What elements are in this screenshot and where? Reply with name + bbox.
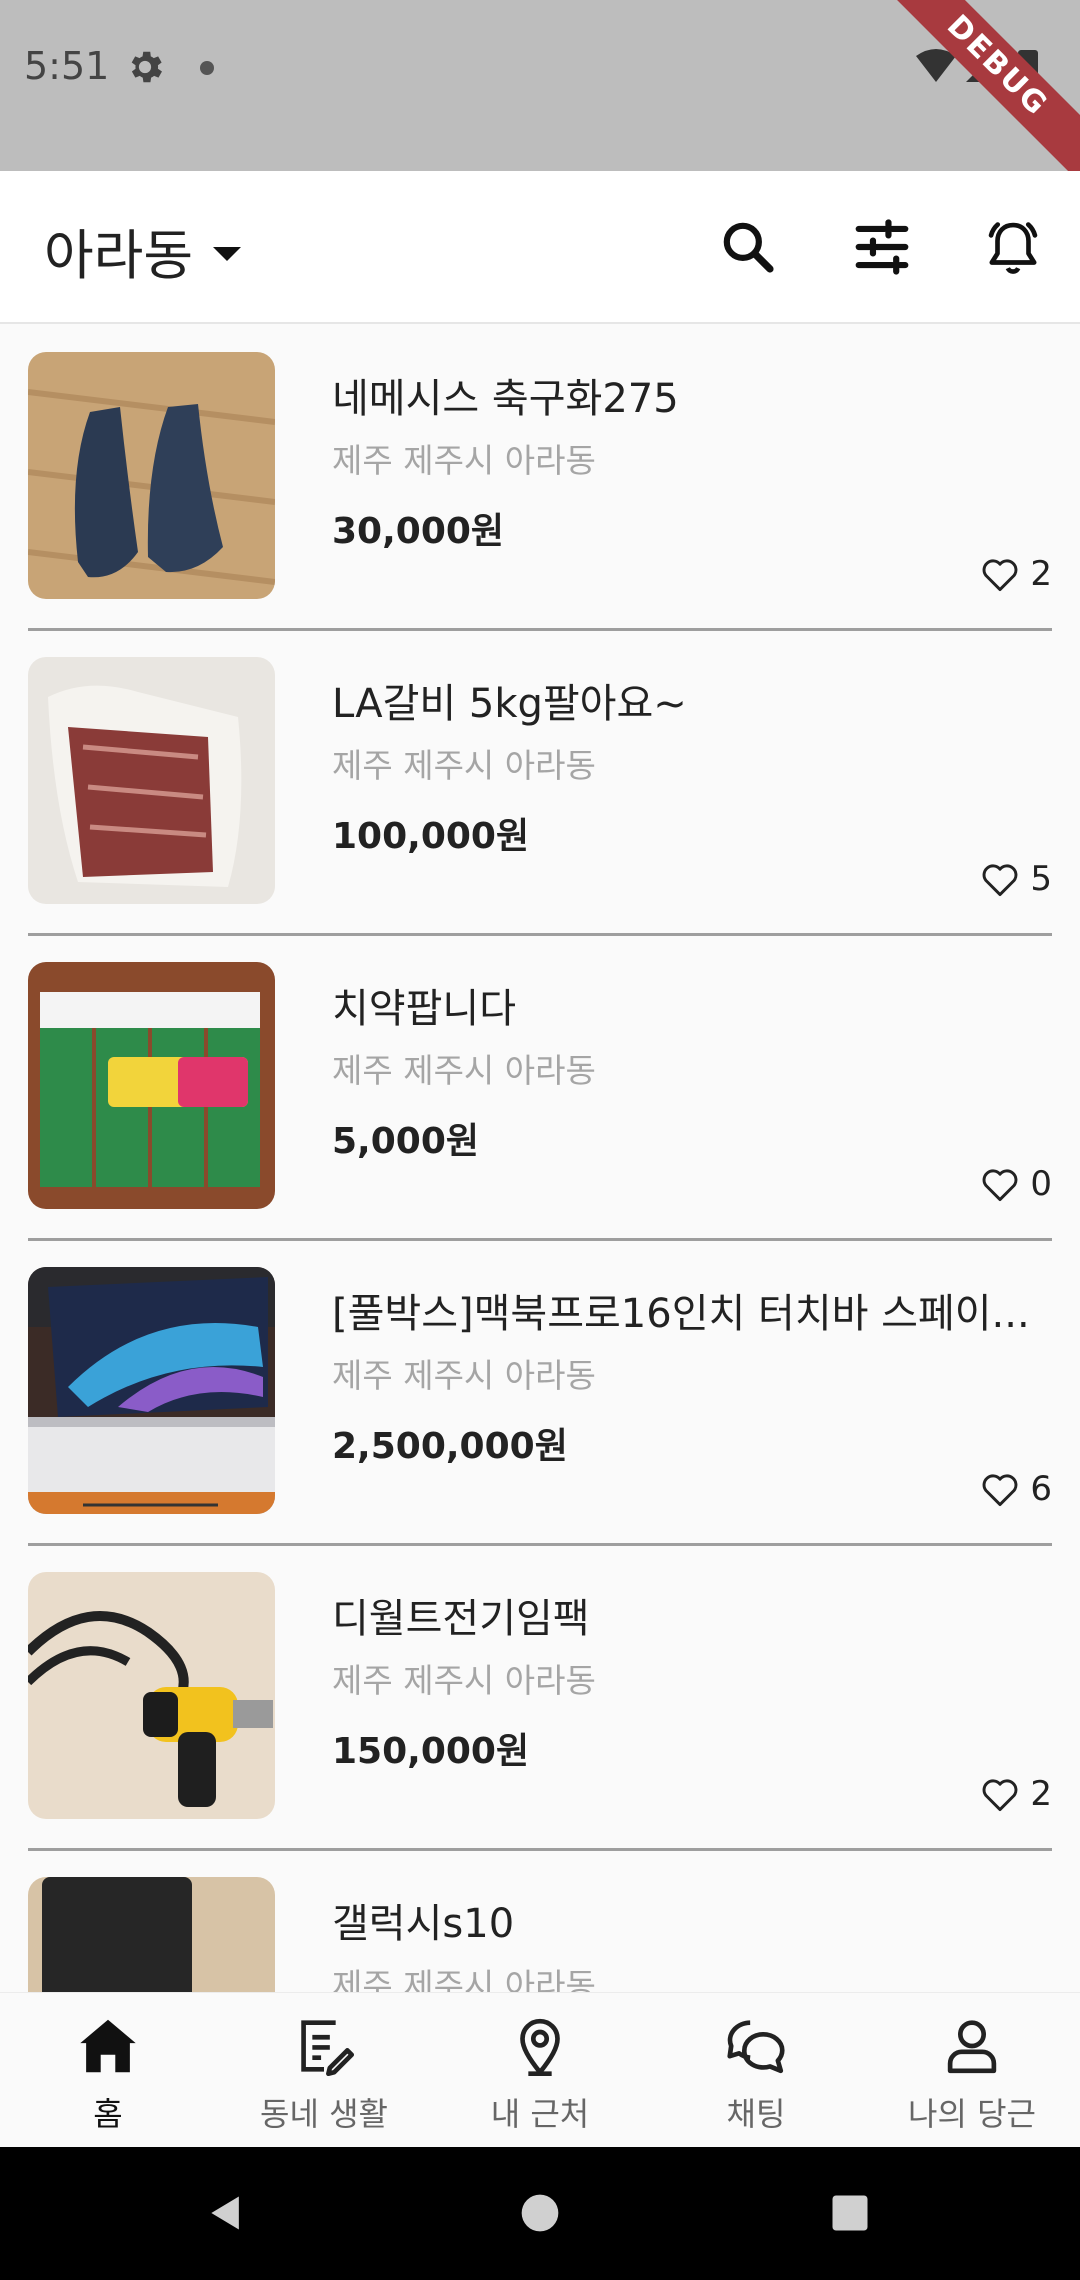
home-icon [80,2019,136,2073]
listing-item[interactable]: 디월트전기임팩 제주 제주시 아라동 150,000원 2 [28,1546,1052,1851]
listing-title: [풀박스]맥북프로16인치 터치바 스페이... [332,1291,1030,1337]
listing-location: 제주 제주시 아라동 [332,441,596,480]
listing-location: 제주 제주시 아라동 [332,1356,596,1395]
status-bar: 5:51 DEBUG [0,0,1080,171]
impact-drill-photo [28,1572,275,1819]
system-navigation-bar [0,2147,1080,2280]
bell-icon [988,222,1038,274]
listing-location: 제주 제주시 아라동 [332,1661,596,1700]
caret-down-icon [213,246,242,261]
filter-icon [855,219,909,275]
like-count: 6 [1030,1469,1052,1509]
nav-neighborhood[interactable]: 동네 생활 [216,2011,432,2141]
nav-label: 홈 [93,2095,123,2133]
heart-icon [982,559,1018,592]
macbook-pro-box-photo [28,1267,275,1514]
listing-item[interactable]: [풀박스]맥북프로16인치 터치바 스페이... 제주 제주시 아라동 2,50… [28,1241,1052,1546]
location-pin-icon [520,2018,560,2077]
listing-title: 갤럭시s10 [332,1901,515,1947]
listing-location: 제주 제주시 아라동 [332,1051,596,1090]
recents-square-icon [832,2195,868,2231]
listing-likes: 5 [980,859,1052,899]
person-icon [947,2020,997,2074]
listing-feed[interactable]: 네메시스 축구화275 제주 제주시 아라동 30,000원 2 LA갈비 5k… [0,326,1080,1992]
listing-title: 네메시스 축구화275 [332,376,679,422]
listing-location: 제주 제주시 아라동 [332,746,596,785]
location-selector[interactable]: 아라동 [44,211,242,290]
like-count: 0 [1030,1164,1052,1204]
note-edit-icon [301,2020,355,2077]
like-count: 2 [1030,554,1052,594]
listing-thumbnail [28,657,275,904]
back-triangle-icon [211,2196,239,2230]
chat-bubbles-icon [727,2020,785,2074]
nav-label: 내 근처 [490,2095,590,2133]
listing-price: 150,000원 [332,1731,530,1772]
nav-label: 채팅 [726,2095,786,2133]
heart-icon [982,1779,1018,1812]
listing-thumbnail [28,1572,275,1819]
nav-my-carrot[interactable]: 나의 당근 [864,2011,1080,2141]
nav-nearby[interactable]: 내 근처 [432,2011,648,2141]
nav-chat[interactable]: 채팅 [648,2011,864,2141]
app-bar: 아라동 [0,171,1080,324]
nav-label: 나의 당근 [908,2095,1036,2133]
listing-thumbnail [28,1877,275,1992]
listing-item[interactable]: 치약팝니다 제주 제주시 아라동 5,000원 0 [28,936,1052,1241]
listing-title: 디월트전기임팩 [332,1596,590,1642]
home-button[interactable] [510,2183,570,2243]
navy-soccer-shoes-photo [28,352,275,599]
search-button[interactable] [710,209,786,285]
home-circle-icon [521,2194,559,2232]
like-count: 2 [1030,1774,1052,1814]
bottom-navigation: 홈 동네 생활 내 근처 채팅 나의 당근 [0,1992,1080,2147]
notification-dot-icon [200,61,214,75]
settings-gear-icon [131,51,162,83]
listing-item[interactable]: 갤럭시s10 제주 제주시 아라동 [28,1851,1052,1992]
listing-thumbnail [28,352,275,599]
nav-home[interactable]: 홈 [0,2011,216,2141]
heart-icon [982,864,1018,897]
heart-icon [982,1169,1018,1202]
listing-location: 제주 제주시 아라동 [332,1966,596,1992]
listing-price: 5,000원 [332,1121,479,1162]
listing-likes: 6 [980,1469,1052,1509]
recents-button[interactable] [820,2183,880,2243]
toothpaste-boxes-photo [28,962,275,1209]
listing-item[interactable]: LA갈비 5kg팔아요~ 제주 제주시 아라동 100,000원 5 [28,631,1052,936]
heart-icon [982,1474,1018,1507]
status-time: 5:51 [24,44,110,88]
listing-likes: 0 [980,1164,1052,1204]
listing-likes: 2 [980,1774,1052,1814]
location-label: 아라동 [44,224,194,287]
nav-label: 동네 생활 [260,2095,388,2133]
listing-thumbnail [28,1267,275,1514]
la-galbi-meat-photo [28,657,275,904]
galaxy-phone-photo [28,1877,275,1992]
search-icon [723,222,774,273]
listing-price: 100,000원 [332,816,530,857]
back-button[interactable] [196,2183,256,2243]
listing-thumbnail [28,962,275,1209]
listing-item[interactable]: 네메시스 축구화275 제주 제주시 아라동 30,000원 2 [28,326,1052,631]
listing-likes: 2 [980,554,1052,594]
notifications-button[interactable] [975,209,1051,285]
listing-price: 30,000원 [332,511,505,552]
like-count: 5 [1030,859,1052,899]
listing-price: 2,500,000원 [332,1426,568,1467]
listing-title: 치약팝니다 [332,986,516,1032]
listing-title: LA갈비 5kg팔아요~ [332,681,687,727]
filter-button[interactable] [844,209,920,285]
